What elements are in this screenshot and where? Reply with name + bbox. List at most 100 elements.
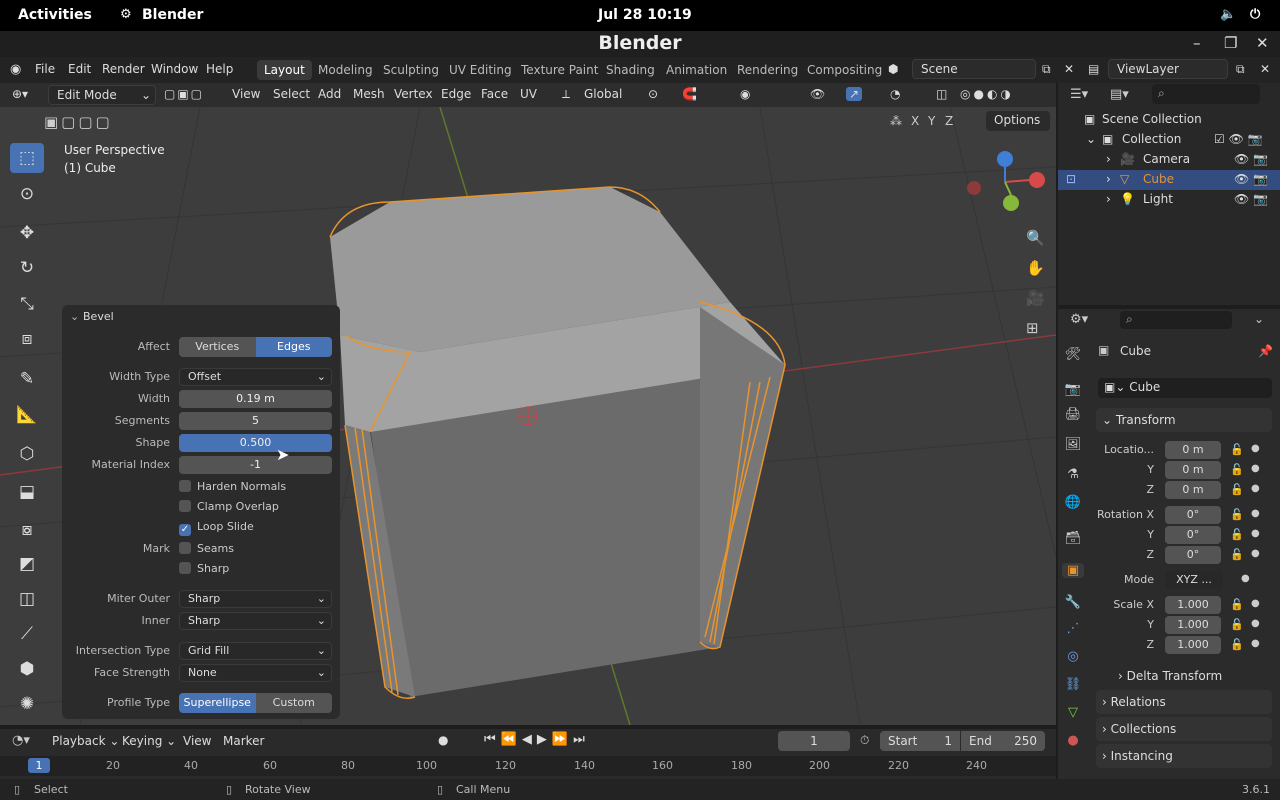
maximize-button[interactable]: ❐ — [1224, 34, 1237, 52]
keyframe-dot-icon[interactable]: ● — [1251, 618, 1260, 629]
cube-visibility-icons[interactable]: 👁 📷 — [1234, 172, 1268, 186]
keyframe-dot-icon[interactable]: ● — [1251, 483, 1260, 494]
object-tab-icon[interactable]: ▣ — [1062, 563, 1084, 578]
minimize-button[interactable]: – — [1193, 34, 1201, 52]
world-tab-icon[interactable]: 🌐 — [1062, 495, 1084, 510]
power-icon[interactable]: ⏻ — [1250, 7, 1260, 22]
tool-tab-icon[interactable]: 🛠 — [1062, 347, 1084, 362]
playback-menu[interactable]: Playback ⌄ — [52, 734, 119, 748]
outliner-editor-icon[interactable]: ☰▾ — [1070, 87, 1088, 102]
tab-rendering[interactable]: Rendering — [730, 60, 805, 80]
location-x-field[interactable]: 0 m — [1165, 441, 1221, 459]
select-box-mode-icons[interactable]: ▣▢▢▢ — [44, 113, 113, 131]
scale-tool-icon[interactable]: ⤡ — [10, 289, 44, 319]
relations-section-header[interactable]: › Relations — [1096, 690, 1272, 714]
new-scene-icon[interactable]: ⧉ — [1042, 62, 1051, 77]
tab-animation[interactable]: Animation — [659, 60, 734, 80]
overlays-icon[interactable]: ◔ — [890, 87, 900, 101]
visibility-icon[interactable]: 👁 — [810, 87, 825, 101]
harden-normals-checkbox[interactable]: Harden Normals — [179, 480, 286, 493]
scene-tab-icon[interactable]: ⚗ — [1062, 467, 1084, 482]
xray-icon[interactable]: ◫ — [936, 87, 947, 101]
tab-texture-paint[interactable]: Texture Paint — [514, 60, 605, 80]
new-viewlayer-icon[interactable]: ⧉ — [1236, 62, 1245, 77]
particles-tab-icon[interactable]: ⋰ — [1062, 621, 1084, 636]
annotate-tool-icon[interactable]: ✎ — [10, 364, 44, 394]
lock-icon[interactable]: 🔓 — [1230, 618, 1244, 631]
cube-expand-icon[interactable]: › — [1106, 172, 1111, 186]
outliner-item-camera[interactable]: Camera — [1143, 152, 1190, 166]
current-frame-field[interactable]: 1 — [778, 731, 850, 751]
keying-menu[interactable]: Keying ⌄ — [122, 734, 176, 748]
location-y-field[interactable]: 0 m — [1165, 461, 1221, 479]
playback-controls-icons[interactable]: ⏮⏪◀▶⏩⏭ — [484, 732, 590, 747]
transform-tool-icon[interactable]: ⧈ — [10, 324, 44, 354]
face-strength-dropdown[interactable]: None ⌄ — [179, 664, 332, 682]
tab-modeling[interactable]: Modeling — [311, 60, 380, 80]
keyframe-dot-icon[interactable]: ● — [1251, 528, 1260, 539]
clamp-overlap-checkbox[interactable]: Clamp Overlap — [179, 500, 279, 513]
mark-sharp-checkbox[interactable]: Sharp — [179, 562, 229, 575]
keyframe-dot-icon[interactable]: ● — [1251, 548, 1260, 559]
select-mode-icons[interactable]: ▢▣▢ — [164, 87, 204, 101]
modifier-tab-icon[interactable]: 🔧 — [1062, 595, 1084, 610]
pin-icon[interactable]: 📌 — [1258, 344, 1273, 358]
remove-scene-icon[interactable]: ✕ — [1064, 62, 1074, 76]
mirror-x-toggle[interactable]: X — [911, 114, 919, 128]
blender-logo-icon[interactable]: ◉ — [10, 62, 21, 77]
camera-visibility-icons[interactable]: 👁 📷 — [1234, 152, 1268, 166]
poly-build-tool-icon[interactable]: ⬢ — [10, 654, 44, 684]
outliner-item-light[interactable]: Light — [1143, 192, 1173, 206]
light-visibility-icons[interactable]: 👁 📷 — [1234, 192, 1268, 206]
collection-label[interactable]: Collection — [1122, 132, 1181, 146]
ortho-grid-icon[interactable]: ⊞ — [1026, 319, 1039, 337]
close-button[interactable]: ✕ — [1256, 34, 1269, 52]
collection-expand-icon[interactable]: ⌄ — [1086, 132, 1096, 146]
shading-mode-icons[interactable]: ◎●◐◑ — [960, 87, 1014, 101]
app-menu[interactable]: Blender — [142, 7, 203, 23]
orientation-selector[interactable]: Global — [584, 87, 622, 101]
location-z-field[interactable]: 0 m — [1165, 481, 1221, 499]
keyframe-dot-icon[interactable]: ● — [1251, 463, 1260, 474]
lock-icon[interactable]: 🔓 — [1230, 463, 1244, 476]
menu-window[interactable]: Window — [151, 62, 198, 76]
spin-tool-icon[interactable]: ✺ — [10, 689, 44, 719]
transform-section-header[interactable]: ⌄ Transform — [1096, 408, 1272, 432]
mirror-z-toggle[interactable]: Z — [945, 114, 953, 128]
pan-hand-icon[interactable]: ✋ — [1026, 259, 1045, 277]
intersection-type-dropdown[interactable]: Grid Fill ⌄ — [179, 642, 332, 660]
display-mode-icon[interactable]: ▤▾ — [1110, 87, 1129, 102]
object-name-input[interactable]: ▣⌄ Cube — [1098, 378, 1272, 398]
outliner-item-cube[interactable]: Cube — [1143, 172, 1174, 186]
properties-editor-icon[interactable]: ⚙▾ — [1070, 312, 1088, 327]
lock-icon[interactable]: 🔓 — [1230, 508, 1244, 521]
zoom-icon[interactable]: 🔍 — [1026, 229, 1045, 247]
proportional-edit-icon[interactable]: ◉ — [740, 87, 750, 101]
constraints-tab-icon[interactable]: ⛓ — [1062, 677, 1084, 692]
tab-shading[interactable]: Shading — [599, 60, 662, 80]
output-tab-icon[interactable]: 🖨 — [1062, 407, 1084, 422]
segments-field[interactable]: 5 — [179, 412, 332, 430]
physics-tab-icon[interactable]: ◎ — [1062, 649, 1084, 664]
mode-selector[interactable]: Edit Mode ⌄ — [48, 85, 156, 105]
lock-icon[interactable]: 🔓 — [1230, 598, 1244, 611]
affect-vertices-button[interactable]: Vertices — [179, 337, 256, 357]
view-layer-tab-icon[interactable]: 🖼 — [1062, 437, 1084, 452]
scene-selector[interactable]: Scene — [912, 59, 1036, 79]
knife-tool-icon[interactable]: ⟋ — [10, 619, 44, 649]
bevel-tool-icon[interactable]: ◩ — [10, 549, 44, 579]
collapse-chevron-icon[interactable]: ⌄ — [70, 310, 79, 323]
menu-help[interactable]: Help — [206, 62, 233, 76]
keyframe-dot-icon[interactable]: ● — [1251, 638, 1260, 649]
clock[interactable]: Jul 28 10:19 — [598, 7, 692, 23]
properties-search-input[interactable]: ⌕ — [1120, 311, 1232, 329]
options-button[interactable]: Options — [986, 111, 1050, 131]
rotation-y-field[interactable]: 0° — [1165, 526, 1221, 544]
keyframe-dot-icon[interactable]: ● — [1251, 508, 1260, 519]
viewlayer-selector[interactable]: ViewLayer — [1108, 59, 1228, 79]
profile-superellipse-button[interactable]: Superellipse — [179, 693, 256, 713]
data-tab-icon[interactable]: ▽ — [1062, 705, 1084, 720]
material-index-field[interactable]: -1 — [179, 456, 332, 474]
timeline-editor-icon[interactable]: ◔▾ — [12, 733, 30, 748]
camera-expand-icon[interactable]: › — [1106, 152, 1111, 166]
